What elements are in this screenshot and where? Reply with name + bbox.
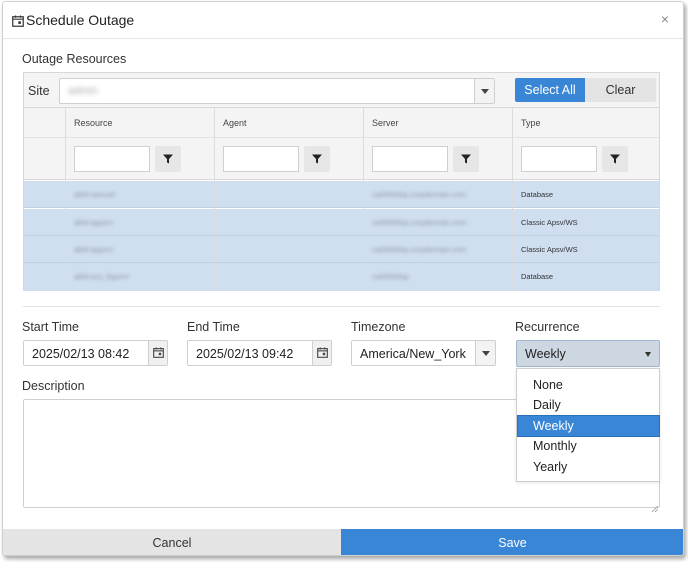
server-cell: ca0069dsp.corpdomain.com	[372, 218, 467, 227]
recurrence-label: Recurrence	[515, 320, 580, 334]
type-cell: Database	[521, 190, 554, 199]
site-label: Site	[28, 84, 50, 98]
recurrence-value: Weekly	[525, 347, 566, 361]
outage-resources-label: Outage Resources	[22, 52, 127, 66]
description-label: Description	[22, 379, 85, 393]
site-value: admin	[68, 85, 98, 97]
start-time-label: Start Time	[22, 320, 79, 334]
calendar-icon	[12, 14, 24, 27]
column-header-agent[interactable]: Agent	[223, 118, 247, 128]
resource-cell: abld-appsrv	[74, 245, 114, 254]
grid-header-row: Resource Agent Server Type	[24, 108, 659, 138]
calendar-icon[interactable]	[148, 341, 167, 365]
recurrence-option-yearly[interactable]: Yearly	[518, 457, 659, 477]
recurrence-dropdown: None Daily Weekly Monthly Yearly	[516, 368, 660, 482]
site-row: Site admin Select All Clear	[24, 73, 659, 108]
chevron-down-icon[interactable]	[475, 341, 495, 365]
table-row[interactable]: abld-samuel ca0069dsp.corpdomain.com Dat…	[24, 181, 659, 208]
column-header-server[interactable]: Server	[372, 118, 399, 128]
resource-filter-input[interactable]	[74, 146, 150, 172]
timezone-value: America/New_York	[360, 347, 466, 361]
table-row[interactable]: abld-appsrv ca0069dsp.corpdomain.com Cla…	[24, 236, 659, 263]
server-cell: ca0069dsp.corpdomain.com	[372, 245, 467, 254]
clear-button[interactable]: Clear	[585, 78, 656, 102]
dialog-title-bar: Schedule Outage ×	[3, 2, 683, 39]
resources-grid: Site admin Select All Clear Resource Age…	[23, 72, 660, 291]
type-cell: Database	[521, 272, 554, 281]
chevron-down-icon[interactable]	[645, 352, 651, 357]
save-button[interactable]: Save	[341, 529, 683, 555]
resource-cell: abld-ocs_bigsrvr	[74, 272, 130, 281]
section-divider	[23, 306, 660, 307]
select-all-button[interactable]: Select All	[515, 78, 585, 102]
start-time-value: 2025/02/13 08:42	[32, 347, 130, 361]
end-time-value: 2025/02/13 09:42	[196, 347, 294, 361]
grid-filter-row	[24, 138, 659, 180]
end-time-field[interactable]: 2025/02/13 09:42	[187, 340, 332, 366]
filter-icon[interactable]	[602, 146, 628, 172]
column-divider	[363, 108, 364, 291]
end-time-label: End Time	[187, 320, 240, 334]
recurrence-option-none[interactable]: None	[518, 375, 659, 395]
resource-cell: abld-appsrv	[74, 218, 114, 227]
timezone-select[interactable]: America/New_York	[351, 340, 496, 366]
column-divider	[65, 108, 66, 291]
close-icon[interactable]: ×	[661, 11, 669, 27]
column-header-type[interactable]: Type	[521, 118, 541, 128]
site-select[interactable]: admin	[59, 78, 495, 104]
server-filter-input[interactable]	[372, 146, 448, 172]
start-time-field[interactable]: 2025/02/13 08:42	[23, 340, 168, 366]
calendar-icon[interactable]	[312, 341, 331, 365]
schedule-outage-dialog: Schedule Outage × Outage Resources Site …	[2, 1, 684, 556]
column-header-resource[interactable]: Resource	[74, 118, 113, 128]
resize-grip-icon[interactable]	[651, 499, 659, 513]
filter-icon[interactable]	[155, 146, 181, 172]
chevron-down-icon[interactable]	[474, 79, 494, 103]
type-filter-input[interactable]	[521, 146, 597, 172]
timezone-label: Timezone	[351, 320, 406, 334]
filter-icon[interactable]	[453, 146, 479, 172]
recurrence-select[interactable]: Weekly	[516, 340, 660, 367]
resource-cell: abld-samuel	[74, 190, 115, 199]
column-divider	[512, 108, 513, 291]
filter-icon[interactable]	[304, 146, 330, 172]
agent-filter-input[interactable]	[223, 146, 299, 172]
table-row[interactable]: abld-ocs_bigsrvr ca0069dsp Database	[24, 263, 659, 291]
type-cell: Classic Apsv/WS	[521, 218, 578, 227]
server-cell: ca0069dsp.corpdomain.com	[372, 190, 467, 199]
dialog-title: Schedule Outage	[26, 12, 135, 28]
cancel-button[interactable]: Cancel	[3, 529, 341, 555]
recurrence-option-monthly[interactable]: Monthly	[518, 436, 659, 456]
type-cell: Classic Apsv/WS	[521, 245, 578, 254]
recurrence-option-daily[interactable]: Daily	[518, 395, 659, 415]
server-cell: ca0069dsp	[372, 272, 409, 281]
table-row[interactable]: abld-appsrv ca0069dsp.corpdomain.com Cla…	[24, 209, 659, 236]
dialog-footer: Cancel Save	[3, 529, 683, 555]
column-divider	[214, 108, 215, 291]
recurrence-option-weekly[interactable]: Weekly	[517, 415, 660, 437]
